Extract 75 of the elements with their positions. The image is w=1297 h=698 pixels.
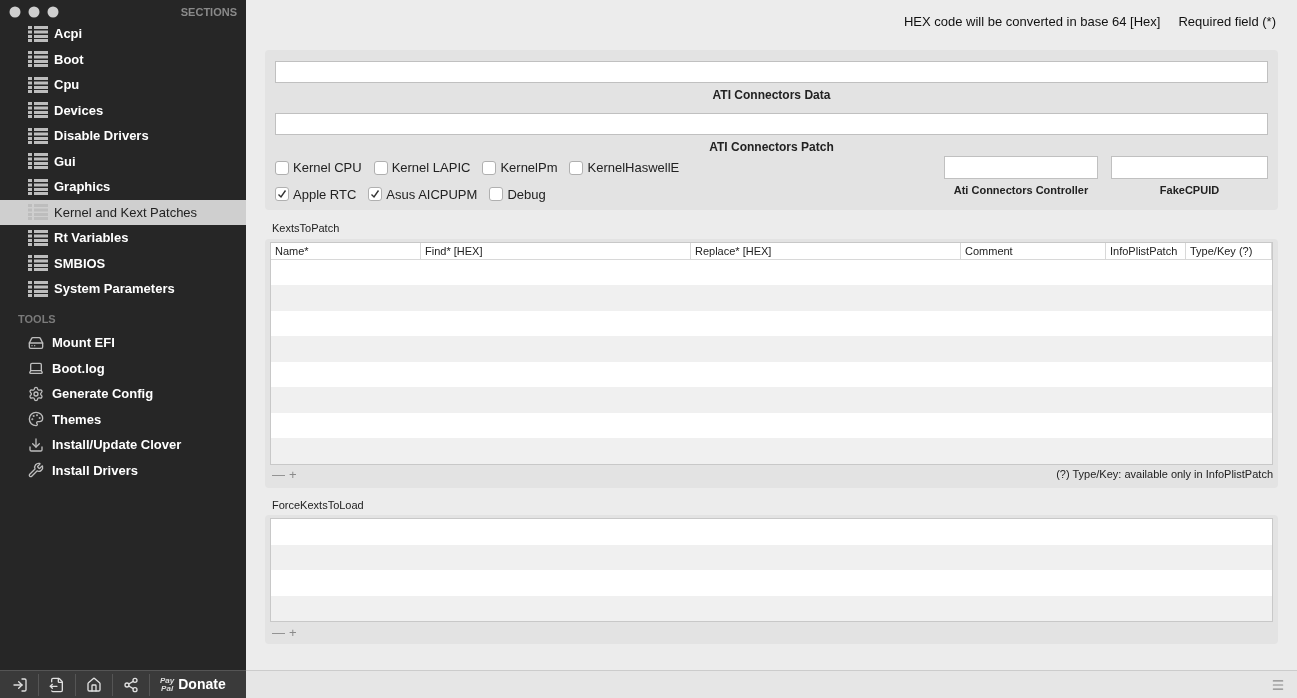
input-field[interactable] xyxy=(944,156,1098,179)
checkbox-box[interactable] xyxy=(368,187,383,202)
list-icon xyxy=(28,229,48,246)
checkbox[interactable]: Asus AICPUPM xyxy=(368,184,478,204)
home-icon[interactable] xyxy=(86,676,102,693)
list-icon xyxy=(28,127,48,144)
checkbox[interactable]: Apple RTC xyxy=(275,184,357,204)
input-field[interactable] xyxy=(275,61,1268,83)
list-icon xyxy=(28,102,48,119)
column-header[interactable]: Find* [HEX] xyxy=(421,242,691,259)
export-icon[interactable] xyxy=(49,676,65,693)
list-icon xyxy=(28,51,48,68)
checkbox-box[interactable] xyxy=(569,160,584,175)
sidebar-item[interactable]: Rt Variables xyxy=(0,225,246,251)
sidebar-item[interactable]: Themes xyxy=(0,406,246,432)
sidebar-item[interactable]: Kernel and Kext Patches xyxy=(0,199,246,225)
field-label: Ati Connectors Controller xyxy=(953,183,1089,198)
list-icon xyxy=(28,255,48,272)
type-key-note: (?) Type/Key: available only in InfoPlistPatch xyxy=(1056,467,1273,483)
sidebar-item[interactable]: Generate Config xyxy=(0,381,246,407)
checkbox-box[interactable] xyxy=(275,187,289,202)
column-header[interactable]: Name* xyxy=(271,242,421,259)
sidebar-item[interactable]: Mount EFI xyxy=(0,330,246,356)
list-icon xyxy=(28,153,48,170)
checkbox[interactable]: Kernel CPU xyxy=(275,158,362,178)
laptop-icon xyxy=(28,360,44,377)
sidebar-heading: SECTIONS xyxy=(180,4,237,20)
field-label: ATI Connectors Data xyxy=(711,87,832,104)
sidebar-item[interactable]: Boot xyxy=(0,46,246,72)
window-controls-icon[interactable] xyxy=(9,6,61,18)
menu-icon[interactable] xyxy=(1271,677,1285,692)
list-icon xyxy=(28,25,48,42)
striped-row[interactable] xyxy=(271,595,1272,621)
share-icon[interactable] xyxy=(123,676,139,693)
sidebar-item[interactable]: Gui xyxy=(0,148,246,174)
sidebar-item[interactable]: System Parameters xyxy=(0,276,246,302)
checkbox[interactable]: Kernel LAPIC xyxy=(373,158,471,178)
input-field[interactable] xyxy=(1111,156,1268,179)
download-icon xyxy=(28,436,44,453)
checkbox-box[interactable] xyxy=(373,160,388,175)
list-icon xyxy=(28,280,48,297)
sidebar-item[interactable]: Graphics xyxy=(0,174,246,200)
wrench-icon xyxy=(28,462,44,479)
section-title: KextsToPatch xyxy=(271,221,341,236)
column-header[interactable]: Type/Key (?) xyxy=(1186,242,1272,259)
import-icon[interactable] xyxy=(12,676,28,693)
input-field[interactable] xyxy=(275,113,1268,135)
column-header[interactable]: Comment xyxy=(961,242,1106,259)
sidebar-item[interactable]: Cpu xyxy=(0,72,246,98)
sidebar-item[interactable]: Install Drivers xyxy=(0,457,246,483)
sidebar-heading: TOOLS xyxy=(17,311,57,327)
list-icon xyxy=(28,178,48,195)
column-header[interactable]: Replace* [HEX] xyxy=(691,242,961,259)
section-title: ForceKextsToLoad xyxy=(271,497,365,513)
checkbox[interactable]: KernelPm xyxy=(482,158,558,178)
field-label: ATI Connectors Patch xyxy=(708,139,835,156)
checkbox-box[interactable] xyxy=(489,187,504,202)
palette-icon xyxy=(28,411,44,428)
checkbox-box[interactable] xyxy=(275,160,289,175)
sidebar-item[interactable]: Install/Update Clover xyxy=(0,432,246,458)
sidebar-item[interactable]: Acpi xyxy=(0,21,246,47)
checkbox-box[interactable] xyxy=(482,160,497,175)
hex-note: HEX code will be converted in base 64 [Hex] xyxy=(903,13,1161,31)
column-header[interactable]: InfoPlistPatch xyxy=(1106,242,1186,259)
required-note: Required field (*) xyxy=(1178,13,1276,31)
settings-icon xyxy=(28,385,44,402)
checkbox[interactable]: Debug xyxy=(489,184,546,204)
sidebar-item[interactable]: Boot.log xyxy=(0,355,246,381)
field-label: FakeCPUID xyxy=(1159,183,1220,198)
checkbox[interactable]: KernelHaswellE xyxy=(569,158,680,178)
sidebar-item[interactable]: SMBIOS xyxy=(0,250,246,276)
sidebar-item[interactable]: Disable Drivers xyxy=(0,123,246,149)
list-icon xyxy=(28,76,48,93)
sidebar-item[interactable]: Devices xyxy=(0,97,246,123)
striped-row[interactable] xyxy=(271,544,1272,570)
